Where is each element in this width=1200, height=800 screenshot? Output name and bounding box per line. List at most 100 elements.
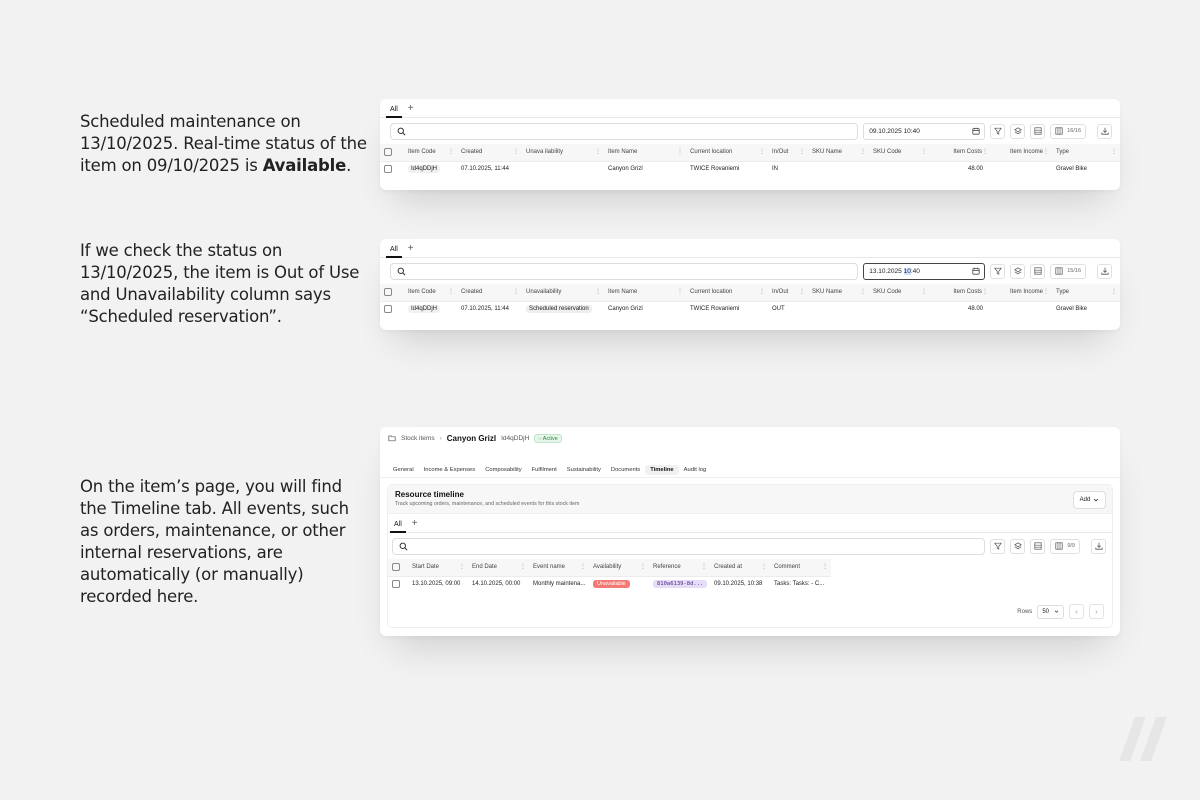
add-tab-button[interactable]: + [402, 104, 420, 117]
columns-button[interactable]: 9/9 [1050, 538, 1080, 554]
select-all-checkbox[interactable] [380, 284, 404, 302]
column-header[interactable]: In/Out ⋮ [768, 144, 808, 162]
tab-composability[interactable]: Composability [480, 465, 526, 475]
layers-icon [1013, 267, 1022, 275]
download-icon [1100, 267, 1109, 275]
calendar-icon[interactable] [972, 267, 980, 275]
search-input[interactable] [390, 122, 859, 140]
page-title: Canyon Grizl [446, 433, 497, 443]
item-code: Id4qDDjH [501, 434, 530, 442]
download-button[interactable] [1091, 538, 1106, 554]
tab-sustainability[interactable]: Sustainability [562, 465, 606, 475]
tab-all[interactable]: All [386, 246, 402, 258]
table-row[interactable]: 13.10.2025, 09:00 14.10.2025, 00:00 Mont… [388, 576, 831, 591]
group-button[interactable] [1010, 123, 1026, 139]
column-header[interactable]: Item Income ⋮ [991, 144, 1052, 162]
filter-button[interactable] [990, 123, 1006, 139]
date-value: 13.10.2025 10:40 [869, 267, 920, 275]
column-header[interactable]: Item Code ⋮ [404, 144, 457, 162]
page: Scheduled maintenance on 13/10/2025. Rea… [0, 0, 1200, 800]
date-picker[interactable]: 13.10.2025 10:40 [863, 262, 986, 280]
column-header[interactable]: Unava ilability ⋮ [522, 144, 604, 162]
download-button[interactable] [1097, 263, 1112, 279]
columns-icon [1055, 127, 1063, 135]
filter-button[interactable] [990, 263, 1006, 279]
status-badge: ◌ Active [534, 433, 562, 443]
tab-audit-log[interactable]: Audit log [679, 465, 712, 475]
column-header[interactable]: Reference ⋮ [649, 559, 710, 577]
column-header[interactable]: SKU Name ⋮ [808, 284, 869, 302]
columns-button[interactable]: 15/16 [1050, 263, 1086, 279]
tab-fulfilment[interactable]: Fulfilment [527, 465, 562, 475]
column-header[interactable]: Current location ⋮ [686, 144, 768, 162]
row-checkbox[interactable] [388, 576, 408, 591]
column-header[interactable]: SKU Code ⋮ [869, 144, 930, 162]
tab-income-expenses[interactable]: Income & Expenses [419, 465, 481, 475]
breadcrumb: Stock items › Canyon Grizl Id4qDDjH ◌ Ac… [380, 427, 1120, 449]
tab-timeline[interactable]: Timeline [645, 464, 679, 475]
column-header[interactable]: Start Date ⋮ [408, 559, 468, 577]
add-button[interactable]: Add [1073, 491, 1106, 509]
calendar-icon[interactable] [972, 127, 980, 135]
row-checkbox[interactable] [380, 161, 404, 176]
search-input[interactable] [392, 537, 986, 555]
select-all-checkbox[interactable] [380, 144, 404, 162]
columns-count: 15/16 [1067, 268, 1081, 274]
group-button[interactable] [1010, 538, 1026, 554]
date-picker[interactable]: 09.10.2025 10:40 [863, 122, 986, 140]
item-detail-card: Stock items › Canyon Grizl Id4qDDjH ◌ Ac… [380, 427, 1120, 636]
tab-documents[interactable]: Documents [606, 465, 645, 475]
table-row[interactable]: Id4qDDjH 07.10.2025, 11:44 Scheduled res… [380, 301, 1120, 316]
column-header[interactable]: Type ⋮ [1052, 144, 1120, 162]
folder-icon [388, 435, 396, 442]
column-header[interactable]: Item Costs ⋮ [930, 284, 991, 302]
column-header[interactable]: Item Income ⋮ [991, 284, 1052, 302]
column-header[interactable]: Item Name ⋮ [604, 284, 686, 302]
location-cell: TWICE Rovaniemi [690, 165, 740, 172]
column-header[interactable]: End Date ⋮ [468, 559, 529, 577]
column-header[interactable]: Current location ⋮ [686, 284, 768, 302]
select-all-checkbox[interactable] [388, 559, 408, 577]
rows-per-page-select[interactable]: 50 [1037, 604, 1064, 619]
density-button[interactable] [1030, 538, 1046, 554]
column-header[interactable]: Availability ⋮ [589, 559, 649, 577]
created-cell: 07.10.2025, 11:44 [461, 165, 509, 172]
column-header[interactable]: Item Name ⋮ [604, 144, 686, 162]
tab-all[interactable]: All [386, 106, 402, 118]
group-button[interactable] [1010, 263, 1026, 279]
density-button[interactable] [1030, 123, 1046, 139]
column-header[interactable]: Created ⋮ [457, 144, 522, 162]
prev-page-button[interactable]: ‹ [1069, 604, 1084, 619]
column-header[interactable]: Comment ⋮ [770, 559, 831, 577]
density-button[interactable] [1030, 263, 1046, 279]
add-tab-button[interactable]: + [406, 519, 424, 532]
breadcrumb-link[interactable]: Stock items [401, 435, 435, 442]
columns-button[interactable]: 16/16 [1050, 123, 1086, 139]
column-header[interactable]: Unavailability ⋮ [522, 284, 604, 302]
tab-general[interactable]: General [388, 465, 419, 475]
column-header[interactable]: Created ⋮ [457, 284, 522, 302]
search-icon [399, 542, 408, 550]
download-button[interactable] [1097, 123, 1112, 139]
column-header[interactable]: In/Out ⋮ [768, 284, 808, 302]
download-icon [1094, 542, 1103, 550]
pagination: Rows 50 ‹ › [1017, 604, 1104, 619]
column-header[interactable]: Type ⋮ [1052, 284, 1120, 302]
columns-icon [1055, 542, 1063, 550]
add-tab-button[interactable]: + [402, 244, 420, 257]
filter-button[interactable] [990, 538, 1006, 554]
column-header[interactable]: Item Costs ⋮ [930, 144, 991, 162]
column-header[interactable]: SKU Name ⋮ [808, 144, 869, 162]
column-header[interactable]: Item Code ⋮ [404, 284, 457, 302]
column-header[interactable]: SKU Code ⋮ [869, 284, 930, 302]
tab-all[interactable]: All [390, 521, 406, 533]
table-row[interactable]: Id4qDDjH 07.10.2025, 11:44 Canyon Grizl … [380, 161, 1120, 176]
columns-count: 16/16 [1067, 128, 1081, 134]
search-input[interactable] [390, 262, 859, 280]
column-header[interactable]: Event name ⋮ [529, 559, 589, 577]
table-header-row: Item Code ⋮ Created ⋮ Unava ilability ⋮ Ite… [380, 144, 1120, 162]
row-checkbox[interactable] [380, 301, 404, 316]
next-page-button[interactable]: › [1089, 604, 1104, 619]
reference-link[interactable]: 810a6139-8d... [653, 579, 708, 588]
column-header[interactable]: Created at ⋮ [710, 559, 770, 577]
